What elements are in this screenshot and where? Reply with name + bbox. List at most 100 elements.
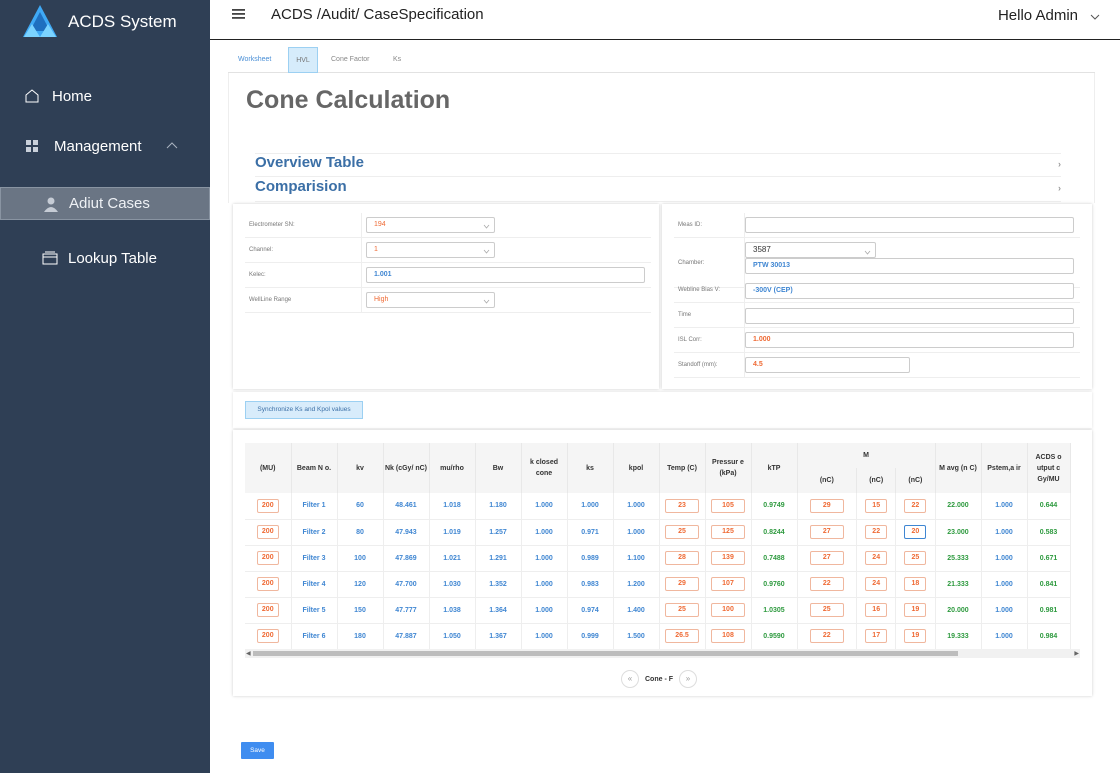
sync-ks-kpol-button[interactable]: Synchronize Ks and Kpol values xyxy=(245,401,363,419)
cell-input-press[interactable]: 125 xyxy=(711,525,745,539)
cell-input-m1[interactable]: 22 xyxy=(809,577,844,591)
cell-input-mu[interactable]: 200 xyxy=(256,577,279,591)
cell-input-m1[interactable]: 27 xyxy=(809,525,844,539)
field-label: Time xyxy=(674,302,745,328)
cell-input-press[interactable]: 100 xyxy=(711,603,745,617)
cell-input-temp[interactable]: 25 xyxy=(665,603,699,617)
cell-input-mu[interactable]: 200 xyxy=(256,551,279,565)
cell-input-temp[interactable]: 23 xyxy=(665,498,699,513)
cell-kc: 1.000 xyxy=(521,623,568,650)
cell-press: 125 xyxy=(705,519,752,546)
standoff-input[interactable]: 4.5 xyxy=(745,357,910,373)
kelec-input[interactable]: 1.001 xyxy=(366,267,645,283)
isl-input[interactable]: 1.000 xyxy=(745,332,1074,348)
chevron-down-icon xyxy=(1090,7,1100,24)
cell-input-press[interactable]: 107 xyxy=(711,577,745,591)
section-title: Comparision xyxy=(255,178,347,195)
cell-input-m3[interactable]: 19 xyxy=(904,629,927,643)
cell-input-mu[interactable]: 200 xyxy=(256,603,279,617)
tab-cone-factor[interactable]: Cone Factor xyxy=(331,47,370,73)
table-row: 200 Filter 6 180 47.887 1.050 1.367 1.000 0.999… xyxy=(245,623,1071,650)
cell-ktp: 0.9590 xyxy=(751,623,798,650)
cell-input-m3[interactable]: 19 xyxy=(904,603,927,617)
chamber-select[interactable]: 3587 xyxy=(745,242,876,258)
cell-input-m1[interactable]: 29 xyxy=(809,498,844,513)
cell-acds: 0.671 xyxy=(1027,545,1071,572)
cell-input-m2[interactable]: 24 xyxy=(865,551,888,565)
table-body: 200 Filter 1 60 48.461 1.018 1.180 1.000 1.000 1… xyxy=(245,493,1071,650)
cell-input-m2[interactable]: 17 xyxy=(865,629,888,643)
cell-beam: Filter 4 xyxy=(291,571,338,598)
next-page-button[interactable]: » xyxy=(679,670,697,688)
sidebar-item-management[interactable]: Management xyxy=(0,134,210,158)
cell-ktp: 0.9760 xyxy=(751,571,798,598)
tab-ks[interactable]: Ks xyxy=(393,47,401,73)
cell-m3: 19 xyxy=(895,597,936,624)
col-header-m1: (nC) xyxy=(797,468,858,493)
cell-input-press[interactable]: 139 xyxy=(711,551,745,565)
electrometer-select[interactable]: 194 xyxy=(366,217,495,233)
prev-page-button[interactable]: « xyxy=(621,670,639,688)
hamburger-menu-icon[interactable] xyxy=(232,7,248,23)
cell-m3: 20 xyxy=(895,519,936,546)
cell-input-m1[interactable]: 25 xyxy=(809,603,844,617)
cell-input-m3[interactable]: 22 xyxy=(904,498,927,513)
sidebar-item-home[interactable]: Home xyxy=(0,84,210,108)
bias-input[interactable]: -300V (CEP) xyxy=(745,283,1074,299)
cell-beam: Filter 3 xyxy=(291,545,338,572)
field-label: Kelec: xyxy=(245,262,362,288)
cell-kv: 150 xyxy=(337,597,384,624)
cell-input-temp[interactable]: 25 xyxy=(665,525,699,539)
cell-input-m3[interactable]: 20 xyxy=(904,525,927,539)
cell-kv: 60 xyxy=(337,493,384,520)
cell-kv: 80 xyxy=(337,519,384,546)
tab-hvl[interactable]: HVL xyxy=(288,47,318,73)
chamber-model-input[interactable]: PTW 30013 xyxy=(745,258,1074,274)
chevron-down-icon xyxy=(483,221,490,235)
cell-input-press[interactable]: 105 xyxy=(711,498,745,513)
cell-input-m2[interactable]: 16 xyxy=(865,603,888,617)
cell-kv: 180 xyxy=(337,623,384,650)
cell-pstem: 1.000 xyxy=(981,519,1028,546)
sidebar-item-label: Home xyxy=(52,87,93,105)
cell-ks: 0.971 xyxy=(567,519,614,546)
cell-input-m2[interactable]: 22 xyxy=(865,525,888,539)
cell-input-temp[interactable]: 29 xyxy=(665,577,699,591)
cell-input-m1[interactable]: 22 xyxy=(809,629,844,643)
cell-input-temp[interactable]: 28 xyxy=(665,551,699,565)
cell-input-mu[interactable]: 200 xyxy=(256,629,279,643)
table-row: 200 Filter 3 100 47.869 1.021 1.291 1.000 0.989… xyxy=(245,545,1071,572)
cell-input-m2[interactable]: 15 xyxy=(865,498,888,513)
channel-select[interactable]: 1 xyxy=(366,242,495,258)
scroll-left-arrow-icon[interactable]: ◀ xyxy=(246,650,251,657)
section-comparision[interactable]: Comparision › xyxy=(255,178,1061,202)
cell-m1: 27 xyxy=(797,519,858,546)
sidebar-item-lookup-table[interactable]: Lookup Table xyxy=(0,246,210,270)
horizontal-scrollbar[interactable]: ◀ ▶ xyxy=(245,649,1080,658)
cell-input-m3[interactable]: 25 xyxy=(904,551,927,565)
pager-label: Cone - F xyxy=(645,675,673,683)
scrollbar-thumb[interactable] xyxy=(253,651,958,656)
meas-id-input[interactable] xyxy=(745,217,1074,233)
cell-m3: 19 xyxy=(895,623,936,650)
field-label: Channel: xyxy=(245,237,362,263)
tab-worksheet[interactable]: Worksheet xyxy=(238,47,271,73)
cell-input-mu[interactable]: 200 xyxy=(256,498,279,513)
cell-mavg: 21.333 xyxy=(935,571,982,598)
cell-ktp: 0.8244 xyxy=(751,519,798,546)
time-input[interactable] xyxy=(745,308,1074,324)
save-button[interactable]: Save xyxy=(241,742,274,759)
cell-input-m2[interactable]: 24 xyxy=(865,577,888,591)
cell-press: 107 xyxy=(705,571,752,598)
cell-input-press[interactable]: 108 xyxy=(711,629,745,643)
cell-input-m1[interactable]: 27 xyxy=(809,551,844,565)
cell-input-temp[interactable]: 26.5 xyxy=(665,629,699,643)
section-overview-table[interactable]: Overview Table › xyxy=(255,153,1061,177)
wellrange-select[interactable]: High xyxy=(366,292,495,308)
cell-input-mu[interactable]: 200 xyxy=(256,525,279,539)
sidebar-item-audit-cases[interactable]: Adiut Cases xyxy=(0,187,210,220)
scroll-right-arrow-icon[interactable]: ▶ xyxy=(1074,650,1079,657)
cell-input-m3[interactable]: 18 xyxy=(904,577,927,591)
cell-nk: 47.700 xyxy=(383,571,430,598)
user-menu[interactable]: Hello Admin xyxy=(998,7,1100,24)
